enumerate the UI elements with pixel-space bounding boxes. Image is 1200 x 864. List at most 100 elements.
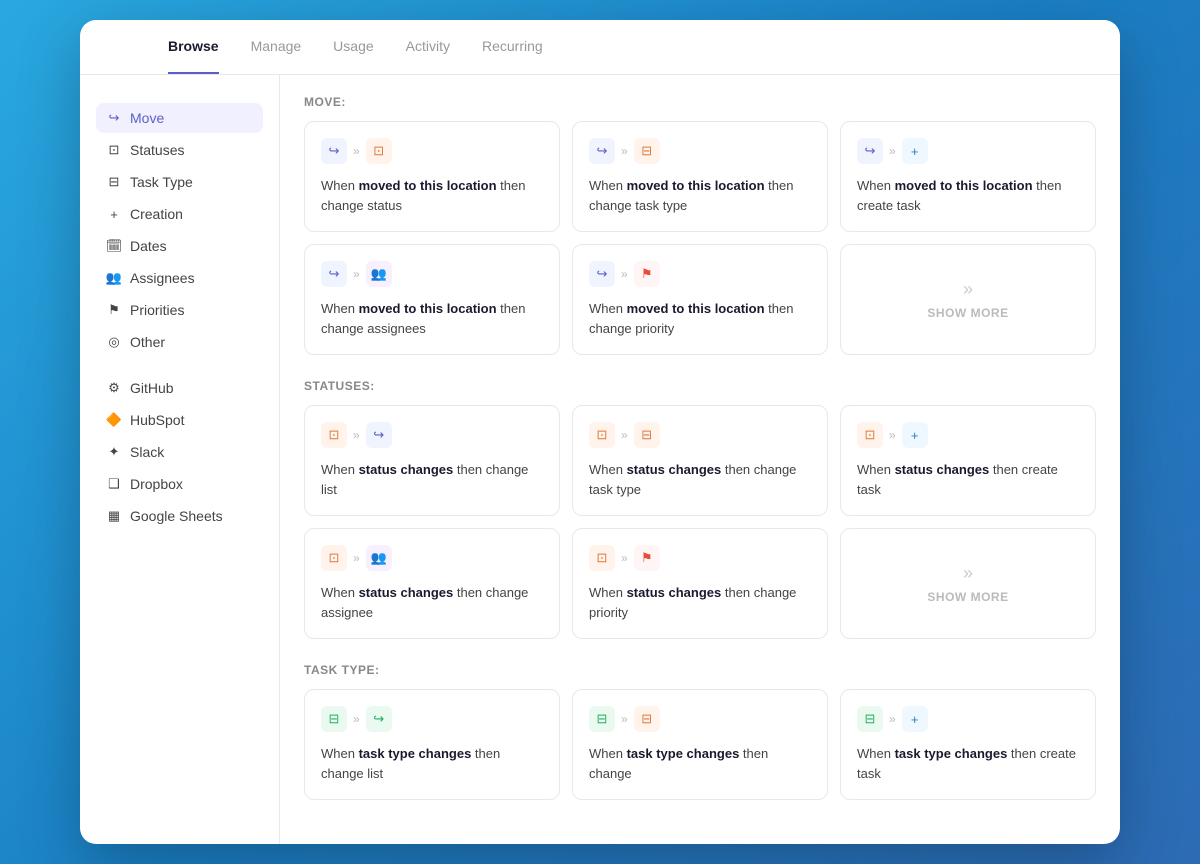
card-icons: ⊡ » + — [857, 422, 1079, 448]
status-icon: ⊡ — [857, 422, 883, 448]
card-text: When moved to this location then change … — [589, 299, 811, 338]
plus-icon: + — [902, 138, 928, 164]
section-title-1: STATUSES: — [304, 379, 1096, 393]
show-more-label: SHOW MORE — [927, 590, 1008, 604]
cards-grid-1: ⊡ » ↪ When status changes then change li… — [304, 405, 1096, 639]
card-bold: status changes — [359, 585, 454, 600]
card-text: When moved to this location then change … — [321, 176, 543, 215]
cards-grid-2: ⊟ » ↪ When task type changes then change… — [304, 689, 1096, 800]
section-title-0: MOVE: — [304, 95, 1096, 109]
sidebar-categories: ↪Move⊡Statuses⊟Task Type+Creation🗓Dates👥… — [96, 103, 263, 357]
card-0-4[interactable]: ↪ » ⚑ When moved to this location then c… — [572, 244, 828, 355]
tab-recurring[interactable]: Recurring — [482, 38, 543, 74]
tasktype-icon: ⊟ — [634, 422, 660, 448]
sidebar-item-dates[interactable]: 🗓Dates — [96, 231, 263, 261]
card-text: When status changes then create task — [857, 460, 1079, 499]
card-2-1[interactable]: ⊟ » ⊟ When task type changes then change — [572, 689, 828, 800]
card-1-4[interactable]: ⊡ » ⚑ When status changes then change pr… — [572, 528, 828, 639]
sidebar: ↪Move⊡Statuses⊟Task Type+Creation🗓Dates👥… — [80, 75, 280, 844]
arrow-icon: » — [353, 551, 360, 565]
dropbox-icon: ❑ — [106, 476, 122, 492]
tasktype-icon: ⊟ — [106, 174, 122, 190]
sidebar-item-assignees[interactable]: 👥Assignees — [96, 263, 263, 293]
card-0-5[interactable]: » SHOW MORE — [840, 244, 1096, 355]
move-icon: ↪ — [589, 138, 615, 164]
dates-icon: 🗓 — [106, 238, 122, 254]
card-1-0[interactable]: ⊡ » ↪ When status changes then change li… — [304, 405, 560, 516]
card-icons: ↪ » ⊡ — [321, 138, 543, 164]
arrow-icon: » — [353, 428, 360, 442]
tasktype-icon: ⊟ — [634, 138, 660, 164]
tab-manage[interactable]: Manage — [251, 38, 302, 74]
sidebar-item-dropbox[interactable]: ❑Dropbox — [96, 469, 263, 499]
sidebar-item-github[interactable]: ⚙GitHub — [96, 373, 263, 403]
other-icon: ◎ — [106, 334, 122, 350]
card-bold: status changes — [627, 585, 722, 600]
card-0-0[interactable]: ↪ » ⊡ When moved to this location then c… — [304, 121, 560, 232]
assignees-icon: 👥 — [106, 270, 122, 286]
status-icon: ⊡ — [106, 142, 122, 158]
sidebar-item-hubspot[interactable]: 🔶HubSpot — [96, 405, 263, 435]
tab-activity[interactable]: Activity — [406, 38, 450, 74]
card-icons: ⊡ » 👥 — [321, 545, 543, 571]
arrow-icon: » — [621, 551, 628, 565]
card-text: When task type changes then change list — [321, 744, 543, 783]
arrow-icon: » — [621, 267, 628, 281]
card-icons: ⊟ » + — [857, 706, 1079, 732]
tasktype-icon: ⊟ — [634, 706, 660, 732]
sidebar-item-statuses[interactable]: ⊡Statuses — [96, 135, 263, 165]
slack-icon: ✦ — [106, 444, 122, 460]
tab-bar: Browse Manage Usage Activity Recurring — [168, 38, 543, 74]
arrow-icon: » — [889, 712, 896, 726]
card-bold: moved to this location — [359, 301, 497, 316]
card-bold: status changes — [359, 462, 454, 477]
move-icon: ↪ — [857, 138, 883, 164]
cards-grid-0: ↪ » ⊡ When moved to this location then c… — [304, 121, 1096, 355]
card-0-3[interactable]: ↪ » 👥 When moved to this location then c… — [304, 244, 560, 355]
arrow-icon: » — [621, 428, 628, 442]
sidebar-item-other[interactable]: ◎Other — [96, 327, 263, 357]
card-icons: ↪ » 👥 — [321, 261, 543, 287]
move-icon: ↪ — [589, 261, 615, 287]
card-1-2[interactable]: ⊡ » + When status changes then create ta… — [840, 405, 1096, 516]
sidebar-item-google-sheets[interactable]: ▦Google Sheets — [96, 501, 263, 531]
status-icon: ⊡ — [589, 545, 615, 571]
card-text: When status changes then change list — [321, 460, 543, 499]
tab-usage[interactable]: Usage — [333, 38, 373, 74]
arrow-icon: » — [621, 144, 628, 158]
move-icon: ↪ — [366, 706, 392, 732]
card-0-2[interactable]: ↪ » + When moved to this location then c… — [840, 121, 1096, 232]
card-icons: ⊡ » ⚑ — [589, 545, 811, 571]
github-icon: ⚙ — [106, 380, 122, 396]
priorities-icon: ⚑ — [106, 302, 122, 318]
card-text: When status changes then change task typ… — [589, 460, 811, 499]
arrow-icon: » — [353, 712, 360, 726]
card-bold: moved to this location — [895, 178, 1033, 193]
card-bold: status changes — [627, 462, 722, 477]
sidebar-item-move[interactable]: ↪Move — [96, 103, 263, 133]
assignees-icon: 👥 — [366, 261, 392, 287]
sidebar-item-slack[interactable]: ✦Slack — [96, 437, 263, 467]
card-icons: ↪ » ⚑ — [589, 261, 811, 287]
card-text: When moved to this location then change … — [589, 176, 811, 215]
sidebar-item-creation[interactable]: +Creation — [96, 199, 263, 229]
tab-browse[interactable]: Browse — [168, 38, 219, 74]
sidebar-integrations: ⚙GitHub🔶HubSpot✦Slack❑Dropbox▦Google She… — [96, 373, 263, 531]
card-text: When moved to this location then create … — [857, 176, 1079, 215]
sidebar-item-task-type[interactable]: ⊟Task Type — [96, 167, 263, 197]
card-2-2[interactable]: ⊟ » + When task type changes then create… — [840, 689, 1096, 800]
flag-icon: ⚑ — [634, 261, 660, 287]
card-1-1[interactable]: ⊡ » ⊟ When status changes then change ta… — [572, 405, 828, 516]
section-2: TASK TYPE: ⊟ » ↪ When task type changes … — [304, 663, 1096, 800]
card-icons: ⊡ » ⊟ — [589, 422, 811, 448]
card-0-1[interactable]: ↪ » ⊟ When moved to this location then c… — [572, 121, 828, 232]
sidebar-item-priorities[interactable]: ⚑Priorities — [96, 295, 263, 325]
card-bold: task type changes — [627, 746, 740, 761]
move-icon: ↪ — [366, 422, 392, 448]
move-icon: ↪ — [106, 110, 122, 126]
plus-icon: + — [902, 706, 928, 732]
card-1-5[interactable]: » SHOW MORE — [840, 528, 1096, 639]
card-1-3[interactable]: ⊡ » 👥 When status changes then change as… — [304, 528, 560, 639]
card-2-0[interactable]: ⊟ » ↪ When task type changes then change… — [304, 689, 560, 800]
card-bold: moved to this location — [627, 178, 765, 193]
